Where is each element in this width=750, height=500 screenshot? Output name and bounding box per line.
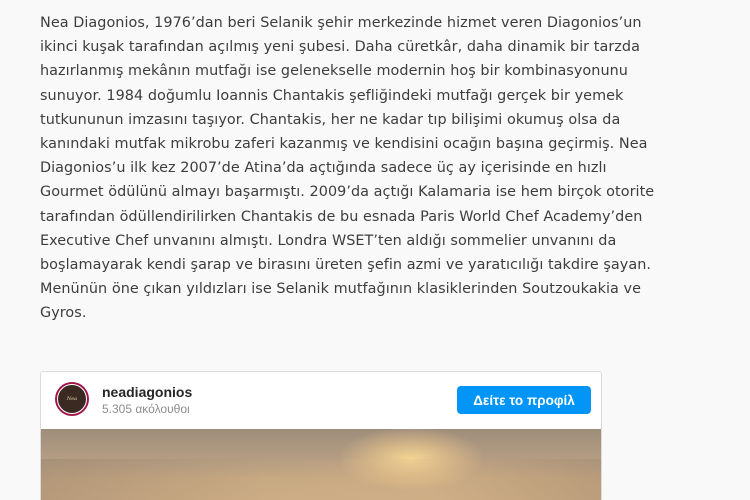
- article-line: Gourmet ödülünü almayı başarmıştı. 2009’…: [40, 184, 655, 201]
- follower-count: 5.305 ακόλουθοι: [102, 402, 190, 416]
- article-line: ikinci kuşak tarafından açılmış yeni şub…: [40, 39, 640, 56]
- article-line: kanındaki mutfak mikrobu zaferi kazanmış…: [40, 136, 648, 153]
- article-line: hazırlanmış mekânın mutfağı ise geleneks…: [40, 63, 628, 80]
- article-line: sunuyor. 1984 doğumlu Ioannis Chantakis …: [40, 87, 624, 104]
- article-line: Nea Diagonios, 1976’dan beri Selanik şeh…: [40, 15, 642, 31]
- restaurant-logo-icon: Nea: [57, 384, 87, 414]
- profile-username[interactable]: neadiagonios: [102, 384, 192, 400]
- article-line: Executive Chef unvanını almıştı. Londra …: [40, 232, 617, 249]
- article-line: Menünün öne çıkan yıldızları ise Selanik…: [40, 281, 642, 298]
- article-line: tarafından ödüllendirilirken Chantakis d…: [40, 208, 643, 225]
- view-profile-button[interactable]: Δείτε το προφίλ: [457, 386, 591, 414]
- article-body: Nea Diagonios, 1976’dan beri Selanik şeh…: [40, 11, 740, 326]
- article-line: boşlamayarak kendi şarap ve birasını üre…: [40, 257, 651, 274]
- instagram-embed: Nea neadiagonios 5.305 ακόλουθοι Δείτε τ…: [40, 371, 602, 500]
- article-line: Diagonios’u ilk kez 2007’de Atina’da açt…: [40, 160, 607, 177]
- article-line: tutkununun imzasını taşıyor. Chantakis, …: [40, 111, 621, 128]
- profile-avatar[interactable]: Nea: [55, 382, 89, 416]
- post-image[interactable]: [41, 429, 601, 500]
- embed-header: Nea neadiagonios 5.305 ακόλουθοι Δείτε τ…: [41, 372, 601, 428]
- article-line: Gyros.: [40, 305, 87, 322]
- image-haze: [41, 459, 601, 500]
- page: Nea Diagonios, 1976’dan beri Selanik şeh…: [0, 0, 750, 500]
